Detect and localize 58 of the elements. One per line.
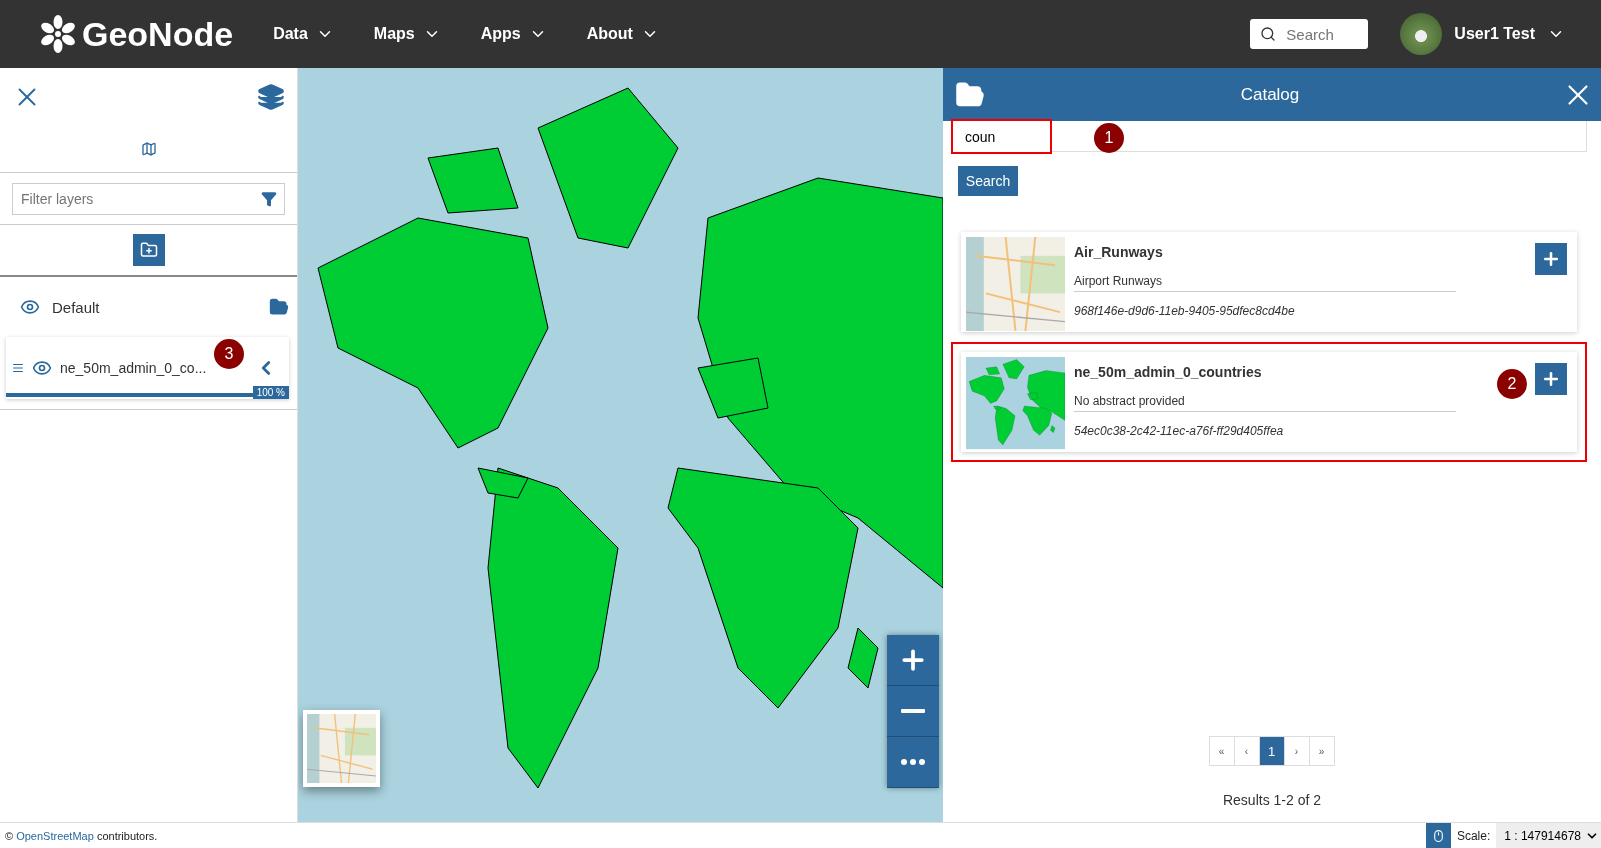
result-id: 54ec0c38-2c42-11ec-a76f-ff29d405ffea [1074, 424, 1285, 438]
add-button[interactable] [1535, 363, 1567, 395]
ellipsis-icon [901, 759, 925, 765]
result-title: Air_Runways [1074, 244, 1164, 260]
map-icon[interactable] [140, 140, 157, 157]
opacity-slider[interactable] [6, 393, 253, 397]
result-abstract: No abstract provided [1074, 394, 1456, 412]
results-summary: Results 1-2 of 2 [1222, 792, 1322, 808]
scale-select[interactable]: 1 : 147914678 [1496, 823, 1601, 848]
logo-icon [38, 14, 78, 54]
nav-menu[interactable]: Apps [474, 24, 553, 44]
drag-handle-icon[interactable] [12, 362, 24, 374]
page-button[interactable]: 1 [1258, 736, 1285, 766]
annotation-marker: 2 [1497, 369, 1527, 399]
filter-icon [261, 190, 277, 207]
layers-icon[interactable] [257, 82, 285, 111]
page-button[interactable]: ‹ [1233, 736, 1260, 766]
annotation-marker: 3 [214, 339, 244, 369]
eye-icon[interactable] [20, 297, 40, 317]
result-abstract: Airport Runways [1074, 274, 1456, 292]
folder-plus-icon [139, 241, 158, 259]
nav-menu[interactable]: About [580, 24, 665, 44]
annotation-marker: 1 [1094, 123, 1124, 153]
layer-card[interactable]: ne_50m_admin_0_co... 3 100 % [6, 337, 289, 399]
logo-text: GeoNode [82, 14, 234, 54]
catalog-title: Catalog [1240, 84, 1300, 105]
minus-icon [901, 709, 925, 713]
filter-field[interactable]: Filter layers [12, 182, 285, 215]
search-button[interactable]: Search [958, 166, 1018, 196]
nav-menu[interactable]: Maps [367, 24, 447, 44]
result-id: 968f146e-d9d6-11eb-9405-95dfec8cd4be [1074, 304, 1296, 318]
catalog-search-field[interactable]: coun [951, 119, 1052, 154]
zoom-in-button[interactable] [887, 635, 939, 686]
eye-icon[interactable] [32, 358, 52, 378]
layer-title: ne_50m_admin_0_co... [60, 360, 208, 376]
search-field[interactable]: Search [1250, 19, 1369, 49]
add-button[interactable] [1535, 243, 1567, 275]
result-card[interactable]: Air_Runways Airport Runways 968f146e-d9d6-11eb-9405-95dfec8cd4be [961, 232, 1577, 332]
attribution-link[interactable]: OpenStreetMap [16, 829, 94, 842]
opacity-label: 100 % [252, 386, 289, 399]
page-button[interactable]: › [1283, 736, 1310, 766]
mouse-icon [1431, 828, 1445, 843]
group-title: Default [52, 298, 101, 316]
avatar [1400, 13, 1443, 55]
page-button[interactable]: « [1208, 736, 1235, 766]
user-menu[interactable]: User1 Test [1394, 12, 1571, 56]
zoom-out-button[interactable] [887, 686, 939, 737]
nav-menu[interactable]: Data [267, 24, 340, 44]
search-icon [1260, 26, 1277, 42]
add-group-button[interactable] [132, 234, 165, 266]
folder-icon[interactable] [269, 297, 289, 317]
more-button[interactable] [887, 737, 939, 788]
mouse-button[interactable] [1425, 823, 1451, 848]
basemap-switcher[interactable] [303, 710, 380, 787]
page-button[interactable]: » [1308, 736, 1335, 766]
attribution-text: © OpenStreetMap contributors. [5, 829, 158, 842]
result-title: ne_50m_admin_0_countries [1074, 364, 1263, 380]
scale-label: Scale: [1456, 828, 1491, 843]
